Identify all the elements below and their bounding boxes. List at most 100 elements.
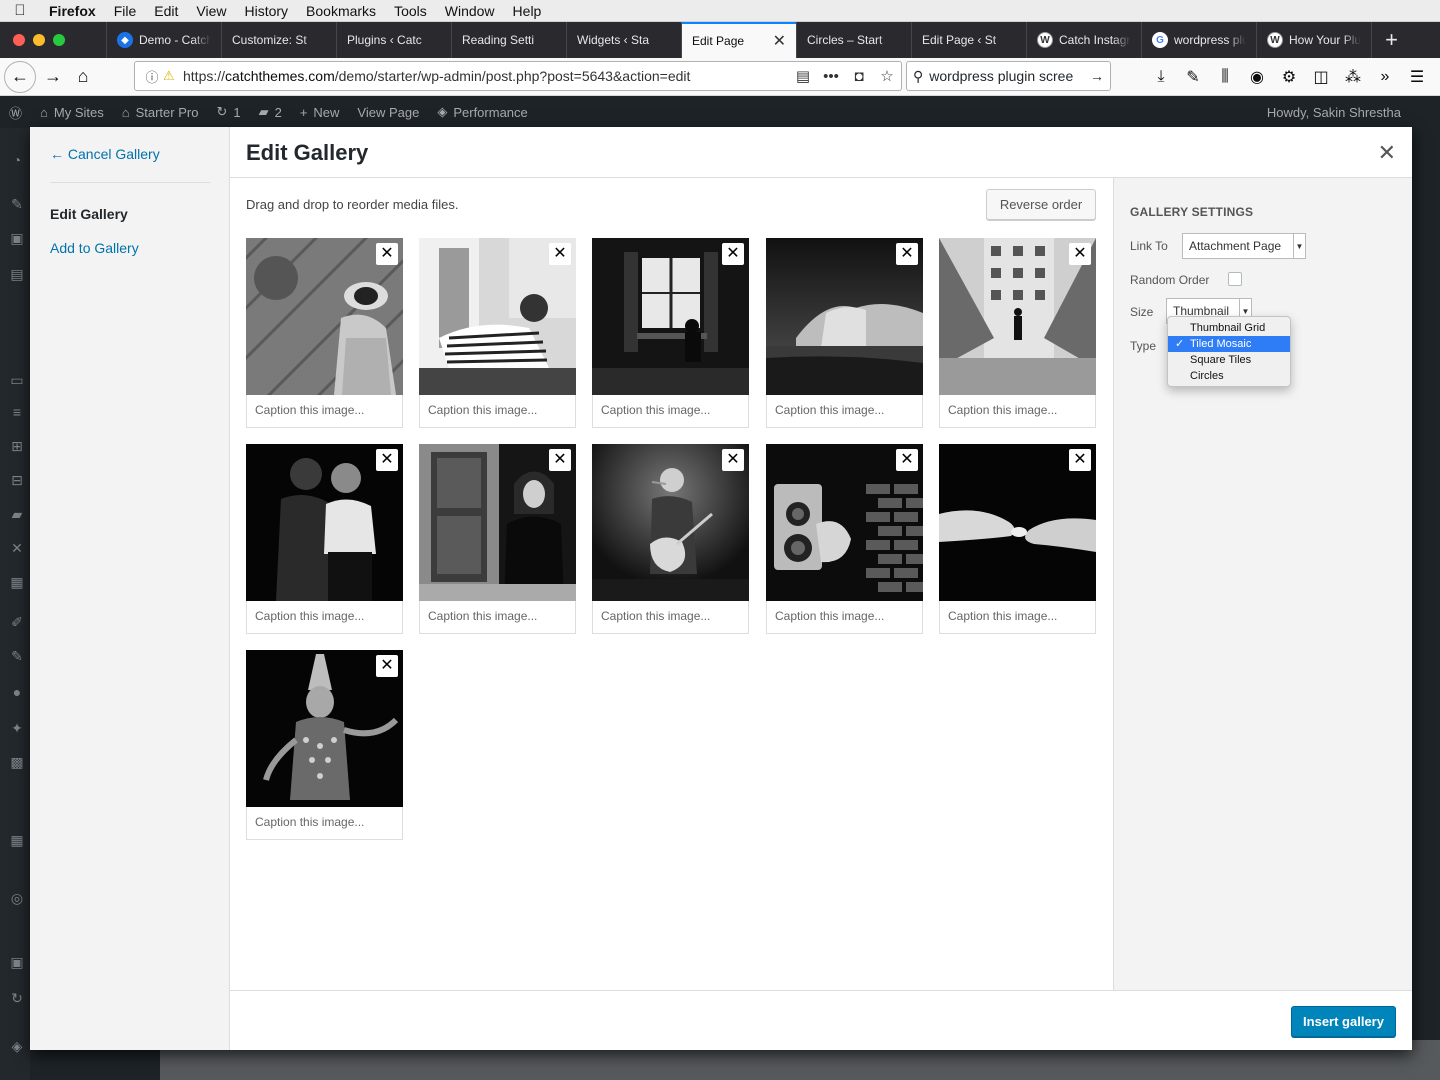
close-window-icon[interactable]: [13, 34, 25, 46]
url-bar[interactable]: ⓘ ⚠ https://catchthemes.com/demo/starter…: [134, 61, 902, 91]
info-icon[interactable]: ⓘ: [141, 67, 163, 86]
remove-image-icon[interactable]: ✕: [549, 243, 571, 265]
remove-image-icon[interactable]: ✕: [376, 449, 398, 471]
type-option-square-tiles[interactable]: Square Tiles: [1168, 352, 1290, 368]
gallery-item[interactable]: ✕ Caption this image...: [766, 238, 923, 428]
tab-how-your-plugin[interactable]: W How Your Plu: [1256, 22, 1371, 58]
extension-gear-icon[interactable]: ⚙: [1274, 62, 1304, 92]
extension-dots-icon[interactable]: ⁂: [1338, 62, 1368, 92]
forms-icon[interactable]: ≡: [8, 404, 26, 420]
menu-history[interactable]: History: [235, 3, 297, 19]
extension-icon[interactable]: ◉: [1242, 62, 1272, 92]
gallery-item[interactable]: ✕ Caption this image...: [939, 238, 1096, 428]
dashboard-icon[interactable]: ◔: [8, 152, 26, 168]
remove-image-icon[interactable]: ✕: [1069, 449, 1091, 471]
search-go-icon[interactable]: →: [1090, 68, 1104, 84]
tab-edit-page[interactable]: Edit Page ‹ St: [911, 22, 1026, 58]
menu-file[interactable]: File: [105, 3, 146, 19]
menu-window[interactable]: Window: [436, 3, 504, 19]
random-order-checkbox[interactable]: [1228, 272, 1242, 286]
tab-demo-catch[interactable]: ◆ Demo - Catch: [106, 22, 221, 58]
caption-input[interactable]: Caption this image...: [246, 601, 403, 634]
type-option-tiled-mosaic[interactable]: ✓ Tiled Mosaic: [1168, 336, 1290, 352]
sidebar-icon[interactable]: ◫: [1306, 62, 1336, 92]
insecure-lock-icon[interactable]: ⚠: [163, 68, 183, 84]
gallery-item[interactable]: ✕ Caption this image...: [592, 238, 749, 428]
layout-icon[interactable]: ⊟: [8, 472, 26, 488]
tab-widgets[interactable]: Widgets ‹ Sta: [566, 22, 681, 58]
admin-comments[interactable]: ▰ 2: [250, 104, 291, 120]
remove-image-icon[interactable]: ✕: [376, 243, 398, 265]
admin-my-sites[interactable]: ⌂ My Sites: [31, 105, 113, 120]
tab-catch-instagram[interactable]: W Catch Instagr: [1026, 22, 1141, 58]
menu-view[interactable]: View: [187, 3, 235, 19]
menu-item-edit-gallery[interactable]: Edit Gallery: [50, 206, 128, 222]
caption-input[interactable]: Caption this image...: [592, 395, 749, 428]
insert-gallery-button[interactable]: Insert gallery: [1291, 1006, 1396, 1037]
wrench-icon[interactable]: ✦: [8, 720, 26, 736]
link-to-select[interactable]: Attachment Page ▼: [1182, 233, 1306, 259]
admin-site-name[interactable]: ⌂ Starter Pro: [113, 105, 208, 120]
remove-image-icon[interactable]: ✕: [722, 243, 744, 265]
type-option-thumbnail-grid[interactable]: Thumbnail Grid: [1168, 320, 1290, 336]
home-button[interactable]: ⌂: [68, 62, 98, 92]
wrench-icon[interactable]: ✎: [1178, 62, 1208, 92]
page-actions-icon[interactable]: •••: [817, 68, 845, 85]
search-input[interactable]: wordpress plugin scree: [929, 68, 1084, 84]
remove-image-icon[interactable]: ✕: [549, 449, 571, 471]
forward-button[interactable]: →: [38, 62, 68, 92]
minimize-window-icon[interactable]: [33, 34, 45, 46]
remove-image-icon[interactable]: ✕: [376, 655, 398, 677]
remove-image-icon[interactable]: ✕: [896, 243, 918, 265]
tab-wordpress-search[interactable]: Gwordpress plu: [1141, 22, 1256, 58]
caption-input[interactable]: Caption this image...: [419, 395, 576, 428]
remove-image-icon[interactable]: ✕: [896, 449, 918, 471]
admin-new[interactable]: + New: [291, 105, 349, 120]
caption-input[interactable]: Caption this image...: [939, 601, 1096, 634]
comment-icon[interactable]: ▰: [8, 506, 26, 522]
tab-customize[interactable]: Customize: St: [221, 22, 336, 58]
admin-updates[interactable]: ↻ 1: [207, 104, 249, 120]
reader-view-icon[interactable]: ▤: [789, 67, 817, 85]
remove-image-icon[interactable]: ✕: [722, 449, 744, 471]
gallery-item[interactable]: ✕ Caption this image...: [419, 238, 576, 428]
caption-input[interactable]: Caption this image...: [246, 395, 403, 428]
library-icon[interactable]: ⫼: [1210, 62, 1240, 92]
tab-reading-settings[interactable]: Reading Setti: [451, 22, 566, 58]
gallery-item[interactable]: ✕ Caption this image...: [246, 444, 403, 634]
overflow-chevron-icon[interactable]: »: [1370, 62, 1400, 92]
caption-input[interactable]: Caption this image...: [766, 395, 923, 428]
close-modal-icon[interactable]: ✕: [1378, 140, 1396, 166]
plugin-icon[interactable]: ✎: [8, 648, 26, 664]
caption-input[interactable]: Caption this image...: [939, 395, 1096, 428]
gallery-item[interactable]: ✕ Caption this image...: [939, 444, 1096, 634]
search-bar[interactable]: ⚲ wordpress plugin scree →: [906, 61, 1111, 91]
gallery-item[interactable]: ✕ Caption this image...: [246, 650, 403, 840]
tab-plugins[interactable]: Plugins ‹ Catc: [336, 22, 451, 58]
users-icon[interactable]: ●: [8, 684, 26, 700]
caption-input[interactable]: Caption this image...: [766, 601, 923, 634]
media-icon[interactable]: ▣: [8, 230, 26, 246]
menu-bookmarks[interactable]: Bookmarks: [297, 3, 385, 19]
refresh-icon[interactable]: ↻: [8, 990, 26, 1006]
folder-icon[interactable]: ▭: [8, 372, 26, 388]
caption-input[interactable]: Caption this image...: [419, 601, 576, 634]
menu-tools[interactable]: Tools: [385, 3, 436, 19]
instagram-icon[interactable]: ◎: [8, 890, 26, 906]
pocket-icon[interactable]: ◘: [845, 68, 873, 85]
url-text[interactable]: https://catchthemes.com/demo/starter/wp-…: [183, 68, 789, 84]
admin-view-page[interactable]: View Page: [348, 105, 428, 120]
tab-edit-page-active[interactable]: Edit Page ✕: [681, 22, 796, 58]
gallery-item[interactable]: ✕ Caption this image...: [419, 444, 576, 634]
caption-input[interactable]: Caption this image...: [592, 601, 749, 634]
caption-input[interactable]: Caption this image...: [246, 807, 403, 840]
type-option-circles[interactable]: Circles: [1168, 368, 1290, 384]
tab-circles[interactable]: Circles – Start: [796, 22, 911, 58]
gallery-item[interactable]: ✕ Caption this image...: [592, 444, 749, 634]
image-icon[interactable]: ▣: [8, 954, 26, 970]
wordpress-logo-icon[interactable]: Ⓦ: [0, 103, 31, 122]
remove-image-icon[interactable]: ✕: [1069, 243, 1091, 265]
cancel-gallery-link[interactable]: ← Cancel Gallery: [50, 146, 160, 162]
menu-app-name[interactable]: Firefox: [40, 3, 105, 19]
admin-howdy[interactable]: Howdy, Sakin Shrestha: [1258, 105, 1410, 120]
